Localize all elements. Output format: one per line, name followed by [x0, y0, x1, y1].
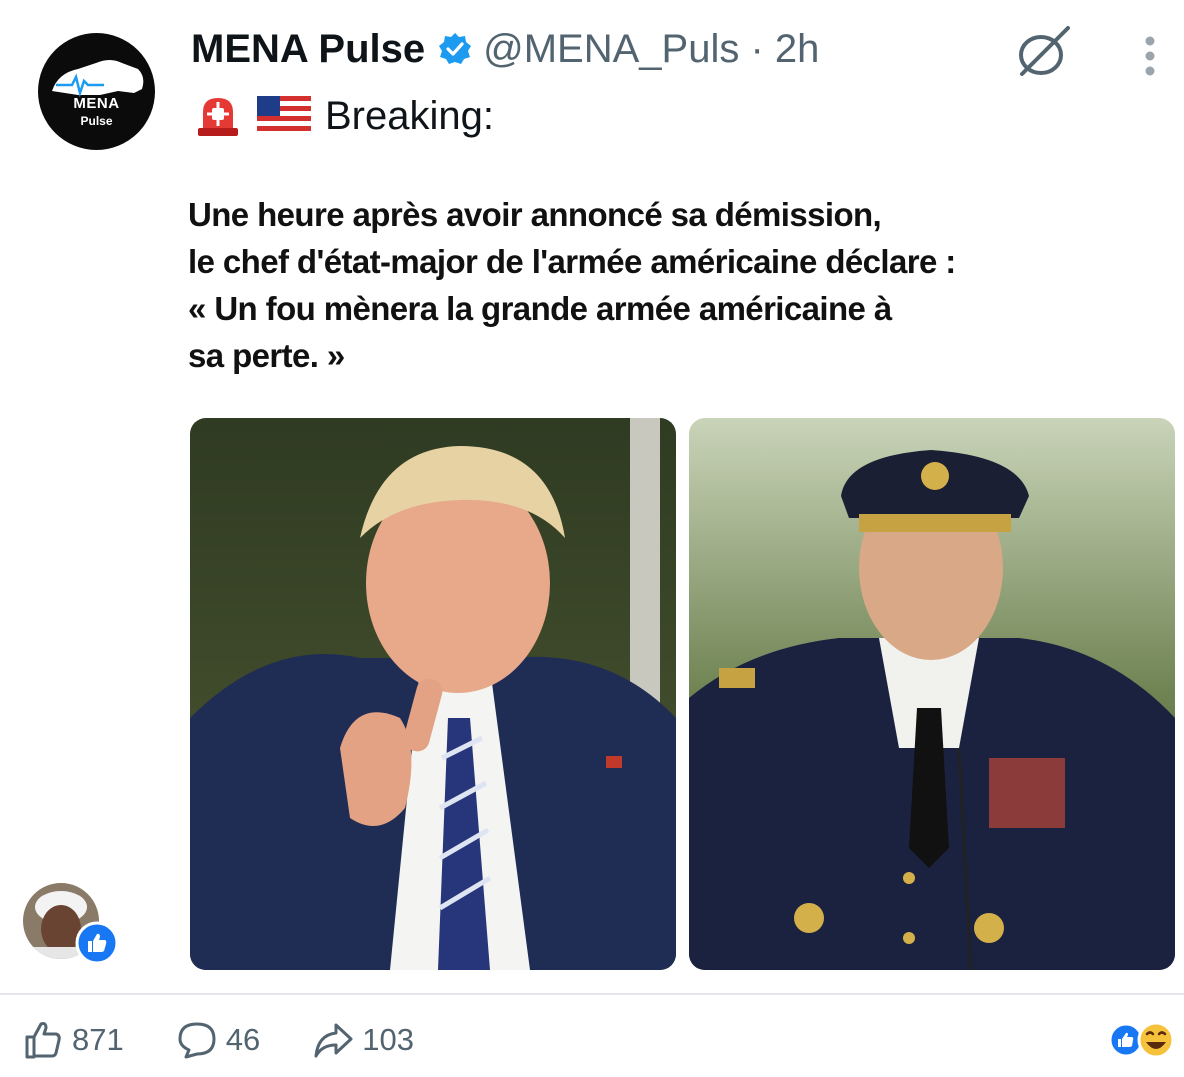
like-icon [25, 1022, 61, 1059]
caption-line: sa perte. » [188, 337, 345, 374]
right-photo[interactable] [689, 418, 1175, 970]
author-name[interactable]: MENA Pulse [191, 27, 425, 72]
image-caption: Une heure après avoir annoncé sa démissi… [188, 191, 1168, 379]
no-symbol-icon[interactable] [1012, 22, 1074, 82]
us-flag-icon [257, 96, 311, 136]
siren-icon [193, 92, 243, 140]
author-avatar[interactable]: MENA Pulse [38, 33, 155, 150]
like-button[interactable]: 871 [22, 1019, 124, 1061]
breaking-label: Breaking: [325, 93, 494, 138]
breaking-line: Breaking: [193, 90, 494, 142]
footer-divider [0, 993, 1184, 995]
author-handle-time[interactable]: @MENA_Puls · 2h [483, 27, 819, 72]
post-header: MENA Pulse @MENA_Puls · 2h [191, 24, 819, 74]
left-photo[interactable] [190, 418, 676, 970]
map-logo-icon [52, 60, 144, 98]
caption-line: Une heure après avoir annoncé sa démissi… [188, 196, 882, 233]
action-bar: 871 46 103 [22, 1014, 466, 1066]
like-badge-icon [75, 921, 119, 965]
post-image[interactable]: Une heure après avoir annoncé sa démissi… [185, 171, 1180, 975]
comment-count: 46 [225, 1022, 261, 1057]
like-count: 871 [72, 1022, 124, 1057]
comment-button[interactable]: 46 [176, 1019, 260, 1061]
avatar-label-sub: Pulse [80, 114, 113, 128]
more-options-icon[interactable] [1142, 34, 1158, 80]
share-icon [314, 1023, 353, 1058]
avatar-label-main: MENA [73, 95, 120, 112]
reactions-icon[interactable] [1108, 1016, 1178, 1064]
caption-line: « Un fou mènera la grande armée américai… [188, 290, 892, 327]
comment-icon [178, 1022, 216, 1059]
verified-badge-icon [437, 31, 473, 67]
share-count: 103 [362, 1022, 414, 1057]
caption-line: le chef d'état-major de l'armée américai… [188, 243, 956, 280]
share-button[interactable]: 103 [312, 1019, 414, 1061]
